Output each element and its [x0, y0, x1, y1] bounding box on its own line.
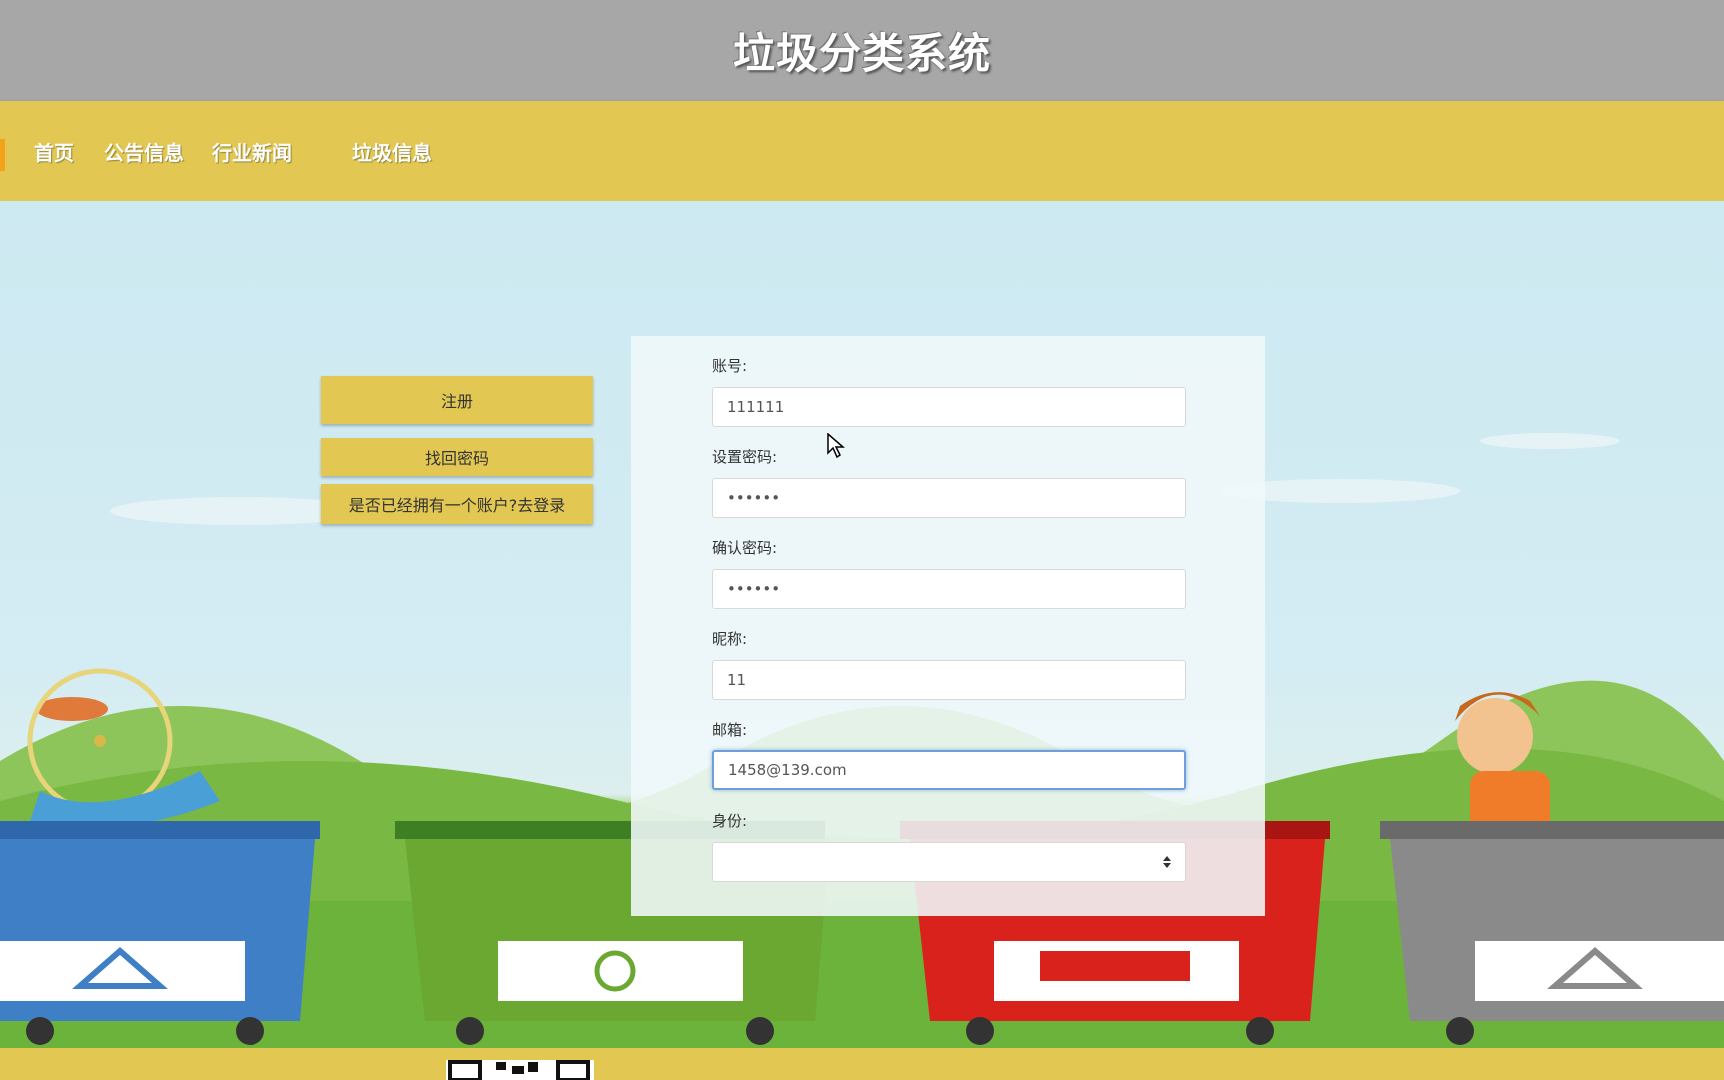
other-waste-bin [1380, 821, 1724, 1045]
site-header: 垃圾分类系统 [0, 0, 1724, 101]
nav-item-home[interactable]: 首页 [34, 137, 74, 166]
confirm-password-input[interactable]: •••••• [712, 569, 1186, 609]
recover-password-button[interactable]: 找回密码 [321, 438, 593, 476]
qr-code-icon [448, 1060, 590, 1080]
email-label: 邮箱: [712, 721, 748, 739]
go-login-button[interactable]: 是否已经拥有一个账户?去登录 [321, 484, 593, 524]
qr-code-image [446, 1060, 594, 1080]
main-navbar: 首页 公告信息 行业新闻 垃圾信息 [0, 101, 1724, 201]
account-label: 账号: [712, 357, 748, 375]
nav-item-announcements[interactable]: 公告信息 [104, 137, 184, 166]
nickname-label: 昵称: [712, 630, 748, 648]
site-title: 垃圾分类系统 [732, 29, 991, 78]
password-label: 设置密码: [712, 448, 778, 466]
register-button[interactable]: 注册 [321, 376, 593, 424]
email-input[interactable]: 1458@139.com [712, 750, 1186, 790]
footer-bar [0, 1048, 1724, 1080]
recyclable-bin [0, 821, 320, 1045]
nav-item-garbage-info[interactable]: 垃圾信息 [352, 137, 432, 166]
select-arrows-icon [1163, 856, 1171, 868]
nickname-input[interactable]: 11 [712, 660, 1186, 700]
identity-select[interactable] [712, 842, 1186, 882]
mouse-cursor-icon [827, 433, 845, 459]
nav-item-industry-news[interactable]: 行业新闻 [212, 137, 292, 166]
password-input[interactable]: •••••• [712, 478, 1186, 518]
nav-active-marker [0, 139, 5, 171]
identity-label: 身份: [712, 812, 748, 830]
activation-watermark: 激活 W [1650, 960, 1724, 993]
confirm-password-label: 确认密码: [712, 539, 778, 557]
account-input[interactable]: 111111 [712, 387, 1186, 427]
